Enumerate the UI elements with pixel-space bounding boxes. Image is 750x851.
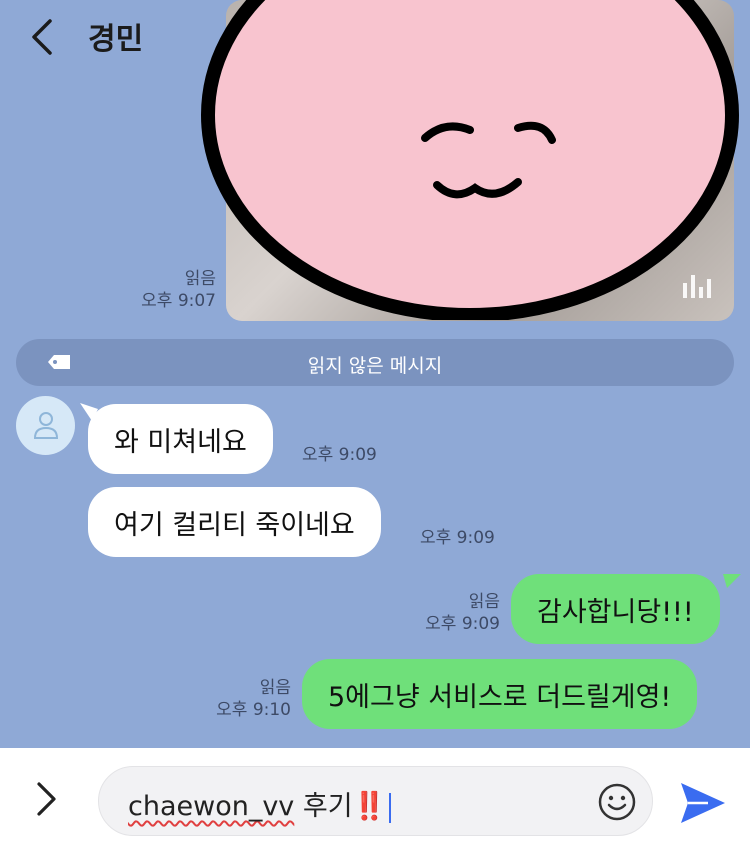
message-bubble-incoming[interactable]: 여기 컬리티 죽이네요 bbox=[88, 487, 381, 557]
avatar[interactable] bbox=[16, 396, 75, 455]
chat-area: 경민 읽음 오후 9:07 읽지 않은 메시지 와 미쳐네요 오후 9:09 여… bbox=[0, 0, 750, 748]
message-time: 오후 9:09 bbox=[425, 614, 500, 634]
text-caret bbox=[389, 792, 392, 823]
message-meta: 읽음 오후 9:10 bbox=[195, 677, 291, 721]
read-status: 읽음 bbox=[184, 269, 216, 289]
unread-divider: 읽지 않은 메시지 bbox=[16, 339, 734, 386]
input-username: chaewon_vv bbox=[128, 791, 295, 822]
message-text: 5에그냥 서비스로 더드릴게영! bbox=[328, 681, 672, 713]
message-time: 오후 9:09 bbox=[302, 445, 377, 465]
input-word: 후기 bbox=[294, 791, 353, 822]
read-status: 읽음 bbox=[468, 592, 500, 612]
back-icon[interactable] bbox=[28, 18, 58, 56]
bubble-tail bbox=[723, 574, 741, 588]
input-emoji: ‼️ bbox=[352, 791, 387, 822]
message-meta: 읽음 오후 9:09 bbox=[402, 591, 500, 635]
send-icon[interactable] bbox=[678, 780, 728, 826]
message-time: 오후 9:07 bbox=[141, 291, 216, 311]
expand-icon[interactable] bbox=[34, 780, 60, 818]
message-meta: 오후 9:09 bbox=[302, 444, 377, 466]
message-bubble-outgoing[interactable]: 감사합니당!!! bbox=[511, 574, 720, 644]
chat-header: 경민 bbox=[0, 0, 750, 70]
unread-label: 읽지 않은 메시지 bbox=[307, 355, 443, 377]
message-meta: 오후 9:09 bbox=[420, 527, 495, 549]
message-text: 와 미쳐네요 bbox=[114, 426, 247, 458]
read-status: 읽음 bbox=[259, 678, 291, 698]
chat-title: 경민 bbox=[88, 22, 144, 57]
message-time: 오후 9:09 bbox=[420, 528, 495, 548]
message-text: 감사합니당!!! bbox=[537, 596, 694, 628]
message-bubble-incoming[interactable]: 와 미쳐네요 bbox=[88, 404, 273, 474]
emoji-icon[interactable] bbox=[597, 782, 637, 822]
avatar-icon bbox=[33, 412, 59, 439]
message-bubble-outgoing[interactable]: 5에그냥 서비스로 더드릴게영! bbox=[302, 659, 698, 729]
message-text: 여기 컬리티 죽이네요 bbox=[114, 509, 355, 541]
message-time: 오후 9:10 bbox=[216, 700, 291, 720]
media-meta: 읽음 오후 9:07 bbox=[120, 268, 216, 312]
message-input-text[interactable]: chaewon_vv 후기‼️ bbox=[128, 784, 392, 823]
